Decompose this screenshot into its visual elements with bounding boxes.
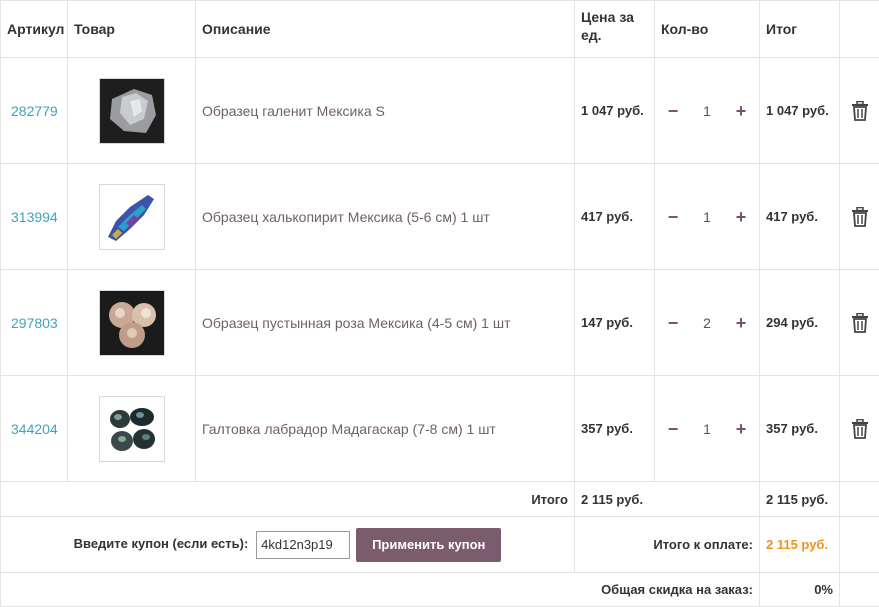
discount-row: Общая скидка на заказ: 0% bbox=[1, 573, 879, 607]
item-total: 294 руб. bbox=[760, 270, 840, 376]
header-unit-price: Цена за ед. bbox=[575, 1, 655, 58]
apply-coupon-button[interactable]: Применить купон bbox=[356, 528, 501, 562]
trash-icon[interactable] bbox=[851, 101, 869, 117]
qty-minus-button[interactable]: − bbox=[665, 314, 681, 332]
labradorite-thumbnail[interactable] bbox=[99, 396, 165, 462]
qty-minus-button[interactable]: − bbox=[665, 208, 681, 226]
cart-item-row: 313994 Образец халькопирит Мексика (5-6 … bbox=[1, 164, 879, 270]
header-product: Товар bbox=[68, 1, 196, 58]
item-unit-price: 147 руб. bbox=[575, 270, 655, 376]
discount-value: 0% bbox=[760, 573, 840, 607]
item-unit-price: 1 047 руб. bbox=[575, 58, 655, 164]
header-description: Описание bbox=[196, 1, 575, 58]
cart-item-row: 344204 Галтовка лабрадор Мадагаскар (7-8… bbox=[1, 376, 879, 482]
qty-value: 1 bbox=[703, 209, 711, 225]
item-total: 1 047 руб. bbox=[760, 58, 840, 164]
qty-plus-button[interactable]: + bbox=[733, 102, 749, 120]
desert-rose-thumbnail[interactable] bbox=[99, 290, 165, 356]
pay-total-label: Итого к оплате: bbox=[575, 517, 760, 573]
item-unit-price: 357 руб. bbox=[575, 376, 655, 482]
item-sku-link[interactable]: 282779 bbox=[1, 58, 68, 164]
cart-header-row: Артикул Товар Описание Цена за ед. Кол-в… bbox=[1, 1, 879, 58]
item-description-link[interactable]: Образец галенит Мексика S bbox=[196, 58, 575, 164]
subtotal-price: 2 115 руб. bbox=[575, 482, 760, 517]
subtotal-label: Итого bbox=[1, 482, 575, 517]
header-qty: Кол-во bbox=[655, 1, 760, 58]
header-actions bbox=[840, 1, 879, 58]
qty-value: 1 bbox=[703, 421, 711, 437]
item-sku-link[interactable]: 344204 bbox=[1, 376, 68, 482]
quantity-stepper: − 1 + bbox=[661, 420, 753, 438]
discount-label: Общая скидка на заказ: bbox=[1, 573, 760, 607]
trash-icon[interactable] bbox=[851, 313, 869, 329]
chalcopyrite-thumbnail[interactable] bbox=[99, 184, 165, 250]
item-unit-price: 417 руб. bbox=[575, 164, 655, 270]
header-total: Итог bbox=[760, 1, 840, 58]
quantity-stepper: − 1 + bbox=[661, 208, 753, 226]
coupon-label: Введите купон (если есть): bbox=[74, 536, 249, 551]
subtotal-total: 2 115 руб. bbox=[760, 482, 840, 517]
coupon-row: Введите купон (если есть): Применить куп… bbox=[1, 517, 879, 573]
item-description-link[interactable]: Образец халькопирит Мексика (5-6 см) 1 ш… bbox=[196, 164, 575, 270]
cart-item-row: 282779 Образец галенит Мексика S 1 047 р… bbox=[1, 58, 879, 164]
header-sku: Артикул bbox=[1, 1, 68, 58]
quantity-stepper: − 1 + bbox=[661, 102, 753, 120]
pay-total-value: 2 115 руб. bbox=[760, 517, 840, 573]
trash-icon[interactable] bbox=[851, 207, 869, 223]
item-total: 357 руб. bbox=[760, 376, 840, 482]
qty-minus-button[interactable]: − bbox=[665, 420, 681, 438]
qty-plus-button[interactable]: + bbox=[733, 208, 749, 226]
subtotal-row: Итого 2 115 руб. 2 115 руб. bbox=[1, 482, 879, 517]
cart-item-row: 297803 Образец пустынная роза Мексика (4… bbox=[1, 270, 879, 376]
qty-plus-button[interactable]: + bbox=[733, 420, 749, 438]
item-total: 417 руб. bbox=[760, 164, 840, 270]
qty-minus-button[interactable]: − bbox=[665, 102, 681, 120]
galena-thumbnail[interactable] bbox=[99, 78, 165, 144]
item-description-link[interactable]: Галтовка лабрадор Мадагаскар (7-8 см) 1 … bbox=[196, 376, 575, 482]
quantity-stepper: − 2 + bbox=[661, 314, 753, 332]
item-sku-link[interactable]: 297803 bbox=[1, 270, 68, 376]
qty-value: 1 bbox=[703, 103, 711, 119]
qty-plus-button[interactable]: + bbox=[733, 314, 749, 332]
item-sku-link[interactable]: 313994 bbox=[1, 164, 68, 270]
item-description-link[interactable]: Образец пустынная роза Мексика (4-5 см) … bbox=[196, 270, 575, 376]
trash-icon[interactable] bbox=[851, 419, 869, 435]
coupon-input[interactable] bbox=[256, 531, 350, 559]
qty-value: 2 bbox=[703, 315, 711, 331]
cart-table: Артикул Товар Описание Цена за ед. Кол-в… bbox=[0, 0, 879, 607]
